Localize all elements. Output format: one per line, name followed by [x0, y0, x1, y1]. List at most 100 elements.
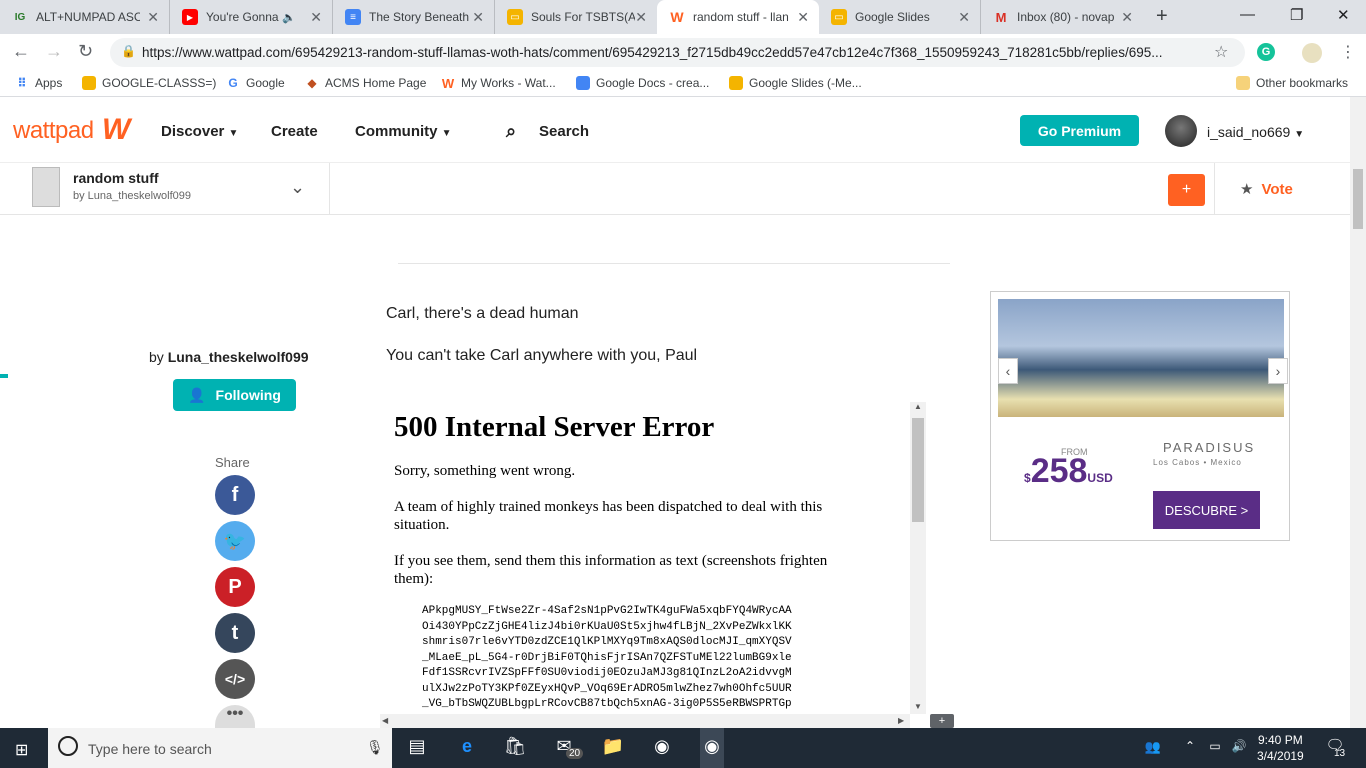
tab-alt-numpad[interactable]: IG ALT+NUMPAD ASC ✕ [0, 0, 170, 34]
chrome-active-icon[interactable]: ◉ [700, 728, 724, 768]
store-icon[interactable]: 🛍 [503, 736, 527, 757]
tab-random-stuff-active[interactable]: W random stuff - llan ✕ [657, 0, 819, 34]
nav-create[interactable]: Create [271, 123, 318, 140]
task-view-icon[interactable]: ▤ [405, 736, 429, 757]
ad-resort-image[interactable] [998, 299, 1284, 417]
speaker-icon[interactable]: 🔈 [282, 11, 296, 24]
bookmark-other[interactable]: Other bookmarks [1236, 76, 1348, 90]
gmail-icon: M [995, 9, 1007, 25]
window-close-icon[interactable]: ✕ [1337, 6, 1350, 24]
minimize-icon[interactable]: — [1240, 6, 1255, 23]
search-icon[interactable]: ⌕ [506, 121, 516, 142]
nav-label: Community [355, 123, 438, 140]
tab-google-slides[interactable]: ▭ Google Slides ✕ [819, 0, 981, 34]
battery-icon[interactable]: ▭ [1203, 739, 1227, 753]
bookmark-google-classroom[interactable]: GOOGLE-CLASSS=) [82, 76, 216, 90]
user-avatar[interactable] [1165, 115, 1197, 147]
folder-icon [1236, 76, 1250, 90]
system-clock[interactable]: 9:40 PM 3/4/2019 [1257, 732, 1304, 764]
tab-gmail[interactable]: M Inbox (80) - novap ✕ [981, 0, 1143, 34]
frame-vertical-scrollbar[interactable]: ▲ ▼ [910, 402, 926, 714]
pinterest-share-icon[interactable]: P [215, 567, 255, 607]
ad-next-arrow-icon[interactable]: › [1268, 358, 1288, 384]
tab-youtube[interactable]: ▶ You're Gonna 🔈 ✕ [170, 0, 333, 34]
bookmark-acms[interactable]: ◆ ACMS Home Page [305, 76, 426, 90]
chevron-down-icon[interactable]: ⌄ [290, 177, 305, 198]
page-scrollbar-thumb[interactable] [1353, 169, 1363, 229]
volume-icon[interactable]: 🔊 [1227, 739, 1251, 753]
menu-kebab-icon[interactable]: ⋮ [1340, 42, 1356, 62]
restore-icon[interactable]: ❐ [1290, 6, 1303, 24]
ad-prev-arrow-icon[interactable]: ‹ [998, 358, 1018, 384]
nav-discover[interactable]: Discover ▼ [161, 123, 238, 140]
vote-button[interactable]: ★ Vote [1240, 180, 1293, 198]
bookmark-google-docs[interactable]: Google Docs - crea... [576, 76, 709, 90]
story-title[interactable]: random stuff [73, 170, 159, 186]
nav-label: Discover [161, 123, 225, 140]
author-name-link[interactable]: Luna_theskelwolf099 [168, 349, 309, 365]
address-bar[interactable]: 🔒 https://www.wattpad.com/695429213-rand… [110, 38, 1245, 67]
frame-horizontal-scrollbar[interactable]: ◀ ▶ [380, 714, 910, 728]
more-share-icon[interactable]: ••• [215, 705, 255, 728]
url-text[interactable]: https://www.wattpad.com/695429213-random… [142, 45, 1202, 60]
reload-icon[interactable]: ↻ [78, 41, 93, 62]
scroll-up-icon[interactable]: ▲ [914, 402, 922, 411]
close-icon[interactable]: ✕ [147, 9, 159, 26]
advertisement[interactable]: ‹ › FROM $258USD PARADISUS Los Cabos • M… [990, 291, 1290, 541]
wattpad-logo[interactable]: wattpad [13, 117, 94, 145]
close-icon[interactable]: ✕ [472, 9, 484, 26]
bookmark-star-icon[interactable]: ☆ [1214, 42, 1228, 62]
username-label: i_said_no669 [1207, 124, 1291, 140]
go-premium-button[interactable]: Go Premium [1020, 115, 1139, 146]
extension-icon[interactable] [1302, 43, 1322, 63]
user-menu[interactable]: i_said_no669 ▼ [1207, 124, 1304, 140]
story-author[interactable]: by Luna_theskelwolf099 [73, 190, 191, 202]
tab-souls[interactable]: ▭ Souls For TSBTS(A ✕ [495, 0, 657, 34]
taskbar-search-box[interactable]: Type here to search 🎙 [48, 728, 392, 768]
grammarly-icon[interactable]: G [1257, 43, 1275, 61]
frame-scrollbar-thumb[interactable] [912, 418, 924, 522]
back-icon[interactable]: ← [12, 41, 30, 62]
scroll-down-icon[interactable]: ▼ [914, 702, 922, 711]
scroll-left-icon[interactable]: ◀ [382, 716, 388, 725]
microphone-icon[interactable]: 🎙 [366, 739, 384, 756]
bookmark-google[interactable]: G Google [226, 76, 284, 90]
close-icon[interactable]: ✕ [958, 9, 970, 26]
tumblr-share-icon[interactable]: t [215, 613, 255, 653]
close-icon[interactable]: ✕ [1121, 9, 1133, 26]
bookmark-my-works[interactable]: W My Works - Wat... [441, 76, 556, 91]
facebook-share-icon[interactable]: f [215, 475, 255, 515]
people-icon[interactable]: 👥 [1141, 739, 1165, 755]
windows-start-icon[interactable]: ⊞ [15, 740, 28, 760]
scroll-right-icon[interactable]: ▶ [898, 716, 904, 725]
add-to-list-button[interactable]: + [1168, 174, 1205, 206]
youtube-icon: ▶ [182, 9, 198, 25]
nav-community[interactable]: Community ▼ [355, 123, 452, 140]
forward-icon[interactable]: → [45, 41, 63, 62]
edge-icon[interactable]: e [455, 736, 479, 757]
ad-brand: PARADISUS [1163, 440, 1256, 455]
new-tab-button[interactable]: + [1156, 5, 1168, 28]
expand-icon[interactable]: + [930, 714, 954, 728]
page-scrollbar[interactable] [1350, 97, 1366, 728]
notification-count-badge: 13 [1334, 748, 1346, 759]
file-explorer-icon[interactable]: 📁 [601, 736, 625, 757]
story-paragraph: Carl, there's a dead human [386, 305, 579, 322]
twitter-share-icon[interactable]: 🐦 [215, 521, 255, 561]
bookmark-google-slides[interactable]: Google Slides (-Me... [729, 76, 862, 90]
close-icon[interactable]: ✕ [797, 9, 809, 26]
tray-chevron-up-icon[interactable]: ⌃ [1178, 739, 1202, 753]
following-button[interactable]: 👤 Following [173, 379, 296, 411]
share-label: Share [215, 455, 250, 470]
embed-code-icon[interactable]: </> [215, 659, 255, 699]
wattpad-w-logo-icon[interactable]: W [102, 113, 130, 147]
ad-cta-button[interactable]: DESCUBRE > [1153, 491, 1260, 529]
chrome-icon[interactable]: ◉ [650, 736, 674, 757]
author-avatar[interactable] [200, 266, 270, 336]
bookmark-apps[interactable]: ⠿ Apps [15, 76, 62, 90]
close-icon[interactable]: ✕ [635, 9, 647, 26]
story-cover-thumbnail[interactable] [32, 167, 60, 207]
tab-story-beneath[interactable]: ≡ The Story Beneath ✕ [333, 0, 495, 34]
nav-search[interactable]: Search [539, 123, 589, 140]
close-icon[interactable]: ✕ [310, 9, 322, 26]
